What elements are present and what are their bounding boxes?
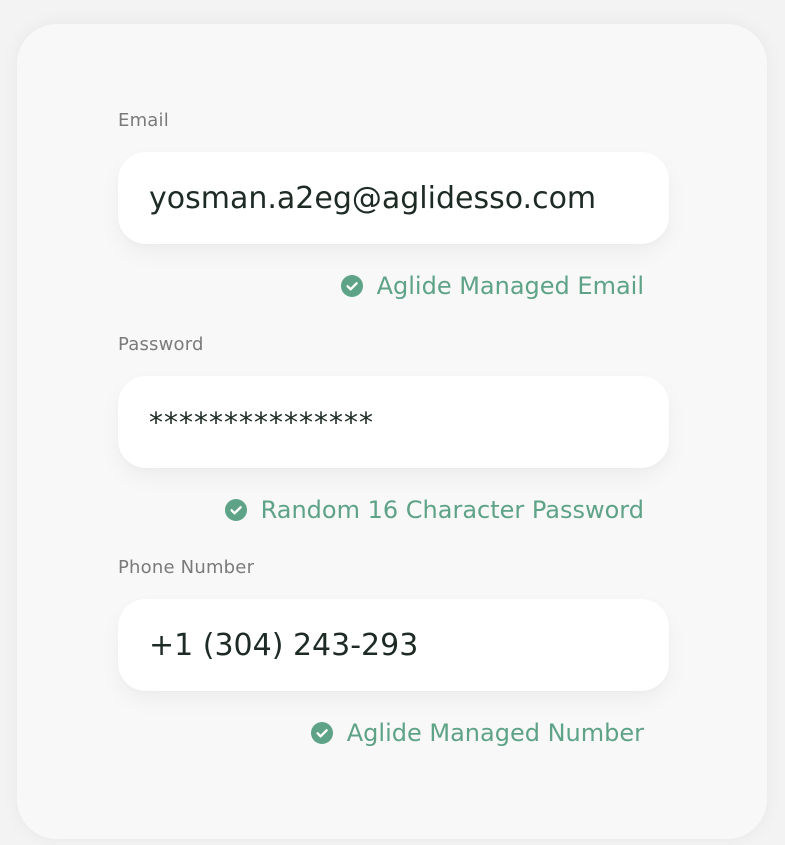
password-field[interactable]: *************** xyxy=(118,376,669,468)
phone-status-text: Aglide Managed Number xyxy=(346,719,644,747)
password-label: Password xyxy=(118,334,204,355)
check-circle-icon xyxy=(310,722,333,744)
email-status-note: Aglide Managed Email xyxy=(340,272,644,300)
phone-status-note: Aglide Managed Number xyxy=(310,719,644,747)
password-status-note: Random 16 Character Password xyxy=(224,496,644,524)
check-circle-icon xyxy=(224,499,247,521)
email-field[interactable]: yosman.a2eg@aglidesso.com xyxy=(118,152,669,244)
email-status-text: Aglide Managed Email xyxy=(376,272,644,300)
phone-field[interactable]: +1 (304) 243-293 xyxy=(118,599,669,691)
email-label: Email xyxy=(118,110,169,131)
password-status-text: Random 16 Character Password xyxy=(260,496,644,524)
check-circle-icon xyxy=(340,275,363,297)
phone-label: Phone Number xyxy=(118,557,255,578)
